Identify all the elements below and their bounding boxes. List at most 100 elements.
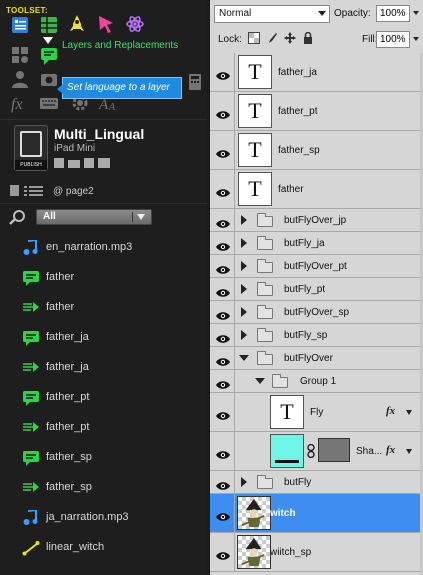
eye-icon xyxy=(215,408,231,420)
filter-row: All xyxy=(8,208,198,226)
rocket-icon[interactable] xyxy=(67,14,87,34)
lock-paint-brush-icon[interactable] xyxy=(266,32,278,44)
chevron-down-icon[interactable] xyxy=(406,449,412,454)
visibility-toggle[interactable] xyxy=(210,533,235,571)
layer-row[interactable]: butFlyOver_jp xyxy=(210,209,423,232)
asset-item[interactable]: father_ja xyxy=(0,323,207,353)
visibility-toggle[interactable] xyxy=(210,432,235,470)
asset-item[interactable]: ja_narration.mp3 xyxy=(0,503,207,533)
keyboard-icon[interactable] xyxy=(39,93,59,113)
expand-arrow-icon[interactable] xyxy=(241,215,247,225)
visibility-toggle[interactable] xyxy=(210,370,235,392)
fill-input[interactable]: 100% xyxy=(376,31,410,48)
project-action-icons[interactable] xyxy=(54,156,124,170)
filter-select[interactable]: All xyxy=(36,209,152,225)
shape-color-thumbnail[interactable] xyxy=(270,434,304,468)
divider xyxy=(0,203,207,204)
layer-effects-icon[interactable]: fx xyxy=(386,405,395,417)
layer-row[interactable]: Tfather_sp xyxy=(210,131,423,170)
asset-item[interactable]: linear_witch xyxy=(0,533,207,563)
vector-mask-thumbnail[interactable] xyxy=(318,438,350,462)
layers-panel: Normal Opacity: 100% Lock: Fill: 100% Tf… xyxy=(210,0,423,575)
blend-mode-select[interactable]: Normal xyxy=(214,5,330,23)
asset-label: ja_narration.mp3 xyxy=(46,511,129,523)
page-view-icons[interactable] xyxy=(10,184,46,197)
expand-arrow-icon[interactable] xyxy=(241,307,247,317)
layer-row[interactable]: wiitch_sp xyxy=(210,533,423,572)
layer-row[interactable]: butFlyOver_pt xyxy=(210,255,423,278)
eye-icon xyxy=(215,548,231,560)
opacity-dropdown-icon[interactable] xyxy=(413,11,419,15)
visibility-toggle[interactable] xyxy=(210,131,235,169)
lock-transparent-icon[interactable] xyxy=(248,32,260,44)
speech-bubble-tool-icon[interactable] xyxy=(39,46,59,66)
visibility-toggle[interactable] xyxy=(210,324,235,346)
visibility-toggle[interactable] xyxy=(210,494,235,532)
layer-row[interactable]: witch xyxy=(210,494,423,533)
layer-row[interactable]: butFlyOver xyxy=(210,347,423,370)
lock-move-icon[interactable] xyxy=(284,32,296,44)
visibility-toggle[interactable] xyxy=(210,301,235,323)
asset-item[interactable]: father_sp xyxy=(0,473,207,503)
opacity-input[interactable]: 100% xyxy=(376,5,410,22)
layer-row[interactable]: Tfather_ja xyxy=(210,53,423,92)
fill-dropdown-icon[interactable] xyxy=(413,37,419,41)
layer-row[interactable]: fx Sha... xyxy=(210,432,423,471)
lock-all-icon[interactable] xyxy=(302,32,314,44)
asset-item[interactable]: father_sp xyxy=(0,443,207,473)
chevron-down-icon[interactable] xyxy=(406,410,412,415)
pointer-arrow-icon[interactable] xyxy=(96,14,116,34)
calculator-icon[interactable] xyxy=(185,72,205,92)
layer-row[interactable]: butFly_pt xyxy=(210,278,423,301)
visibility-toggle[interactable] xyxy=(210,278,235,300)
speech-bubble-icon xyxy=(22,270,40,286)
grid-table-icon[interactable] xyxy=(39,15,59,35)
layer-row[interactable]: Group 1 xyxy=(210,370,423,393)
layer-row[interactable]: Tfather_pt xyxy=(210,92,423,131)
visibility-toggle[interactable] xyxy=(210,92,235,130)
expand-arrow-icon[interactable] xyxy=(241,261,247,271)
publish-button[interactable]: PUBLISH xyxy=(15,160,47,170)
layer-row[interactable]: butFly xyxy=(210,471,423,494)
visibility-toggle[interactable] xyxy=(210,232,235,254)
expand-arrow-icon[interactable] xyxy=(241,477,247,487)
chain-link-icon[interactable] xyxy=(307,443,315,459)
shape-baseline xyxy=(275,460,299,463)
asset-item[interactable]: father_ja xyxy=(0,353,207,383)
asset-item[interactable]: en_narration.mp3 xyxy=(0,233,207,263)
function-fx-icon[interactable]: fx xyxy=(10,93,30,113)
layer-row[interactable]: butFlyOver_sp xyxy=(210,301,423,324)
collapse-arrow-icon[interactable] xyxy=(239,355,249,361)
page-list-icon[interactable] xyxy=(10,15,30,35)
camera-icon[interactable] xyxy=(39,69,59,89)
asset-item[interactable]: father xyxy=(0,263,207,293)
visibility-toggle[interactable] xyxy=(210,255,235,277)
asset-list: en_narration.mp3 father father father_ja fat… xyxy=(0,233,207,563)
layer-row[interactable]: butFly_ja xyxy=(210,232,423,255)
person-icon[interactable] xyxy=(10,69,30,89)
layer-row[interactable]: Tfx Fly xyxy=(210,393,423,432)
expand-arrow-icon[interactable] xyxy=(241,284,247,294)
expand-arrow-icon[interactable] xyxy=(241,238,247,248)
layer-row[interactable]: butFly_sp xyxy=(210,324,423,347)
atom-icon[interactable] xyxy=(125,14,145,34)
asset-item[interactable]: father_pt xyxy=(0,383,207,413)
asset-item[interactable]: father xyxy=(0,293,207,323)
visibility-toggle[interactable] xyxy=(210,471,235,493)
eye-icon xyxy=(215,308,231,320)
asset-label: father_sp xyxy=(46,451,92,463)
visibility-toggle[interactable] xyxy=(210,170,235,208)
media-grid-icon[interactable] xyxy=(10,45,30,65)
expand-arrow-icon[interactable] xyxy=(241,330,247,340)
layer-effects-icon[interactable]: fx xyxy=(386,444,395,456)
visibility-toggle[interactable] xyxy=(210,393,235,431)
visibility-toggle[interactable] xyxy=(210,53,235,91)
asset-item[interactable]: father_pt xyxy=(0,413,207,443)
search-icon[interactable] xyxy=(8,208,28,226)
visibility-toggle[interactable] xyxy=(210,209,235,231)
visibility-toggle[interactable] xyxy=(210,347,235,369)
layer-row[interactable]: Tfather xyxy=(210,170,423,209)
device-thumbnail[interactable]: PUBLISH xyxy=(14,125,48,171)
folder-icon xyxy=(257,475,273,489)
collapse-arrow-icon[interactable] xyxy=(255,378,265,384)
